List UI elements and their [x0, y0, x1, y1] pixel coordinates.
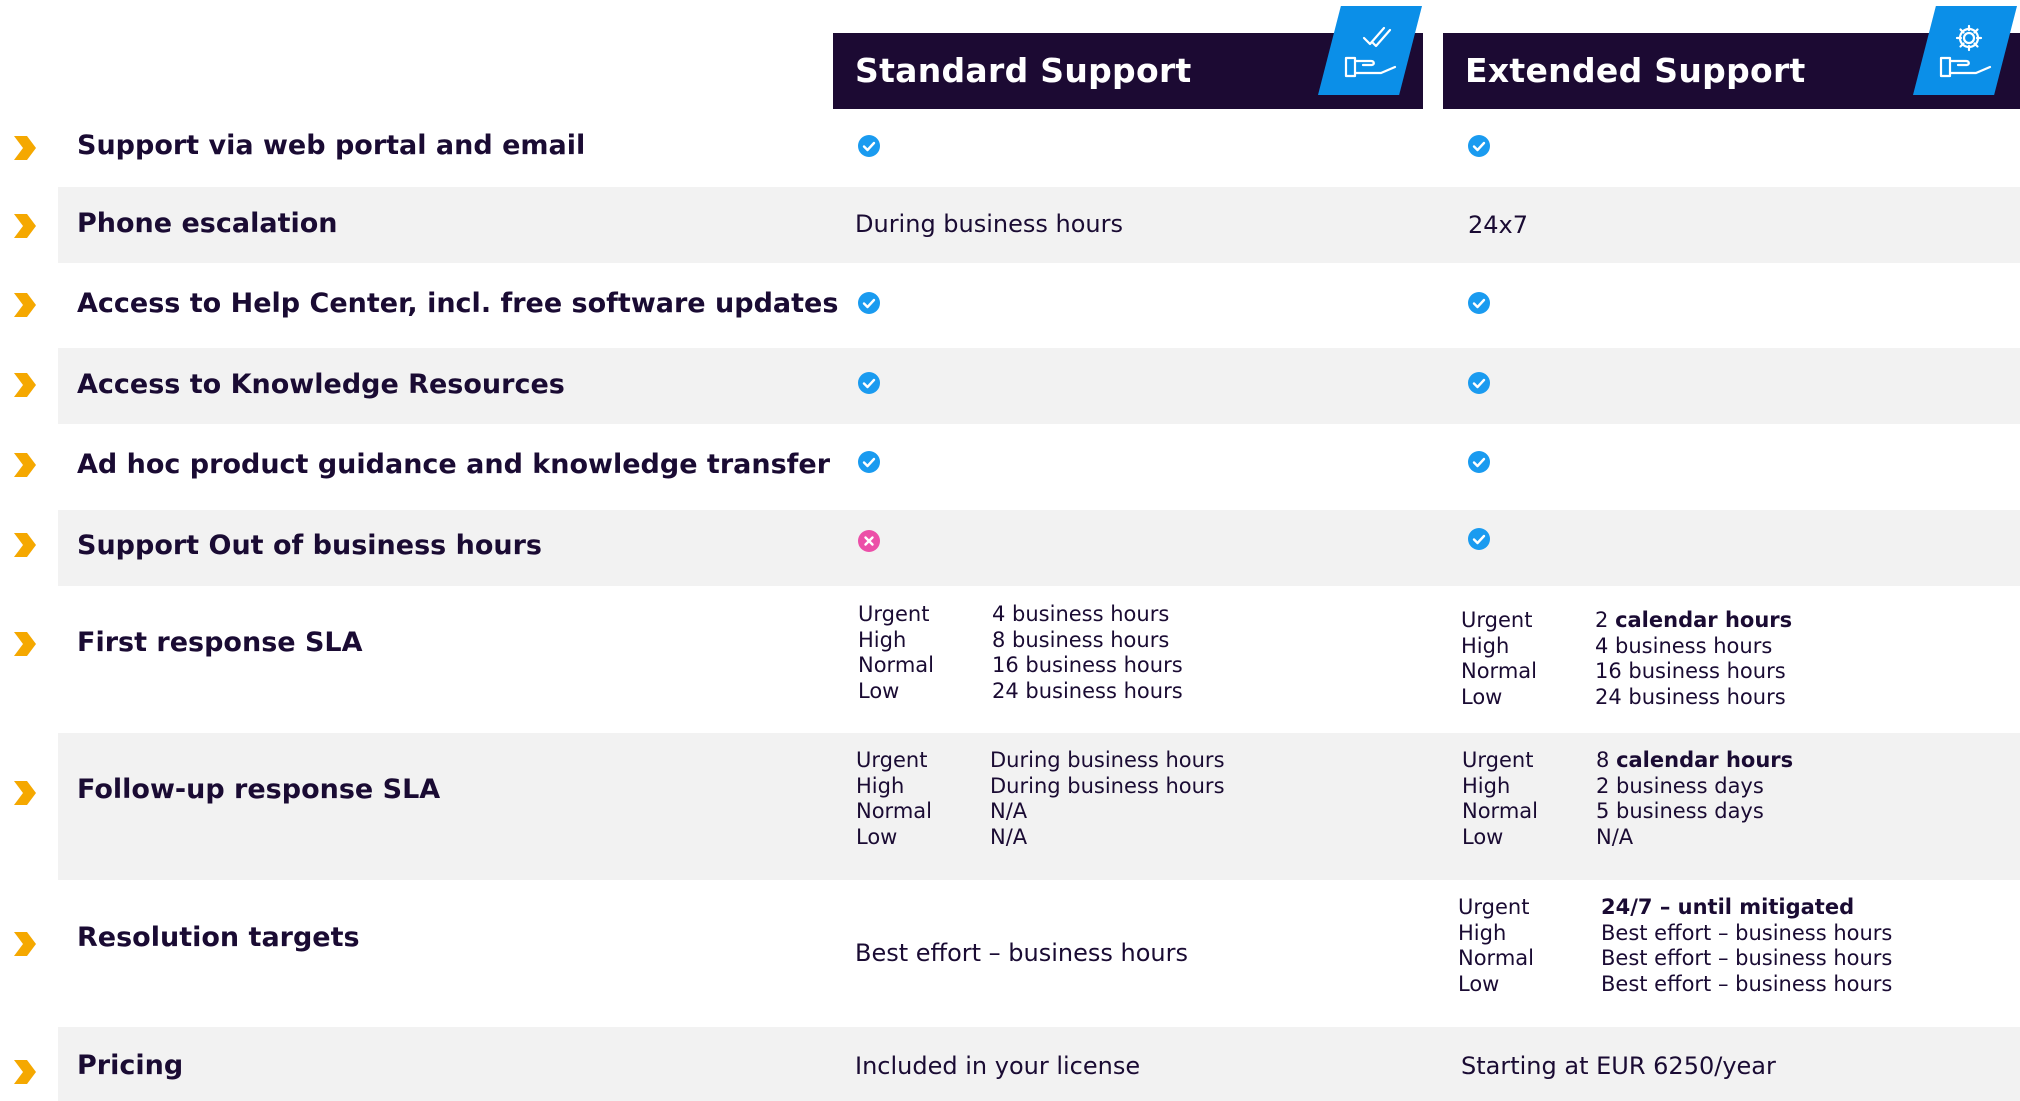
hand-check-icon [1344, 26, 1397, 78]
pricing-standard-value: Included in your license [855, 1052, 1141, 1080]
chevron-right-icon [14, 932, 36, 956]
first-response-standard-levels: Urgent High Normal Low [858, 602, 934, 703]
chevron-right-icon [14, 136, 36, 160]
hand-gear-icon [1939, 24, 1992, 78]
phone-extended-value: 24x7 [1468, 211, 1529, 239]
chevron-right-icon [14, 533, 36, 557]
chevron-right-icon [14, 373, 36, 397]
row-label-knowledge: Access to Knowledge Resources [77, 369, 565, 400]
resolution-standard-value: Best effort – business hours [855, 939, 1188, 967]
check-circle-icon [858, 292, 880, 314]
row-label-out-hours: Support Out of business hours [77, 530, 542, 561]
extended-support-title: Extended Support [1465, 51, 1806, 90]
chevron-right-icon [14, 453, 36, 477]
chevron-right-icon [14, 632, 36, 656]
chevron-right-icon [14, 214, 36, 238]
check-circle-icon [1468, 451, 1490, 473]
row-label-help-center: Access to Help Center, incl. free softwa… [77, 288, 839, 319]
first-response-standard-values: 4 business hours 8 business hours 16 bus… [992, 602, 1183, 703]
first-response-extended-values: 2 calendar hours 4 business hours 16 bus… [1595, 608, 1793, 709]
check-circle-icon [1468, 135, 1490, 157]
first-response-extended-levels: Urgent High Normal Low [1461, 608, 1537, 709]
row-label-web-portal: Support via web portal and email [77, 130, 586, 161]
cross-circle-icon [858, 530, 880, 552]
resolution-extended-values: 24/7 – until mitigated Best effort – bus… [1601, 895, 1893, 996]
row-label-adhoc: Ad hoc product guidance and knowledge tr… [77, 449, 831, 480]
row-label-followup: Follow-up response SLA [77, 774, 441, 805]
chevron-right-icon [14, 1060, 36, 1084]
resolution-extended-levels: Urgent High Normal Low [1458, 895, 1534, 996]
check-circle-icon [858, 135, 880, 157]
check-circle-icon [858, 372, 880, 394]
chevron-right-icon [14, 781, 36, 805]
standard-support-title: Standard Support [855, 51, 1192, 90]
followup-standard-values: During business hours During business ho… [990, 748, 1225, 849]
row-label-pricing: Pricing [77, 1050, 184, 1081]
row-label-first-response: First response SLA [77, 627, 363, 658]
check-circle-icon [1468, 528, 1490, 550]
check-circle-icon [1468, 372, 1490, 394]
check-circle-icon [1468, 292, 1490, 314]
row-label-phone: Phone escalation [77, 208, 338, 239]
followup-standard-levels: Urgent High Normal Low [856, 748, 932, 849]
followup-extended-values: 8 calendar hours 2 business days 5 busin… [1596, 748, 1794, 849]
pricing-extended-value: Starting at EUR 6250/year [1461, 1052, 1776, 1080]
followup-extended-levels: Urgent High Normal Low [1462, 748, 1538, 849]
phone-standard-value: During business hours [855, 210, 1124, 238]
chevron-right-icon [14, 293, 36, 317]
row-label-resolution: Resolution targets [77, 922, 360, 953]
check-circle-icon [858, 451, 880, 473]
